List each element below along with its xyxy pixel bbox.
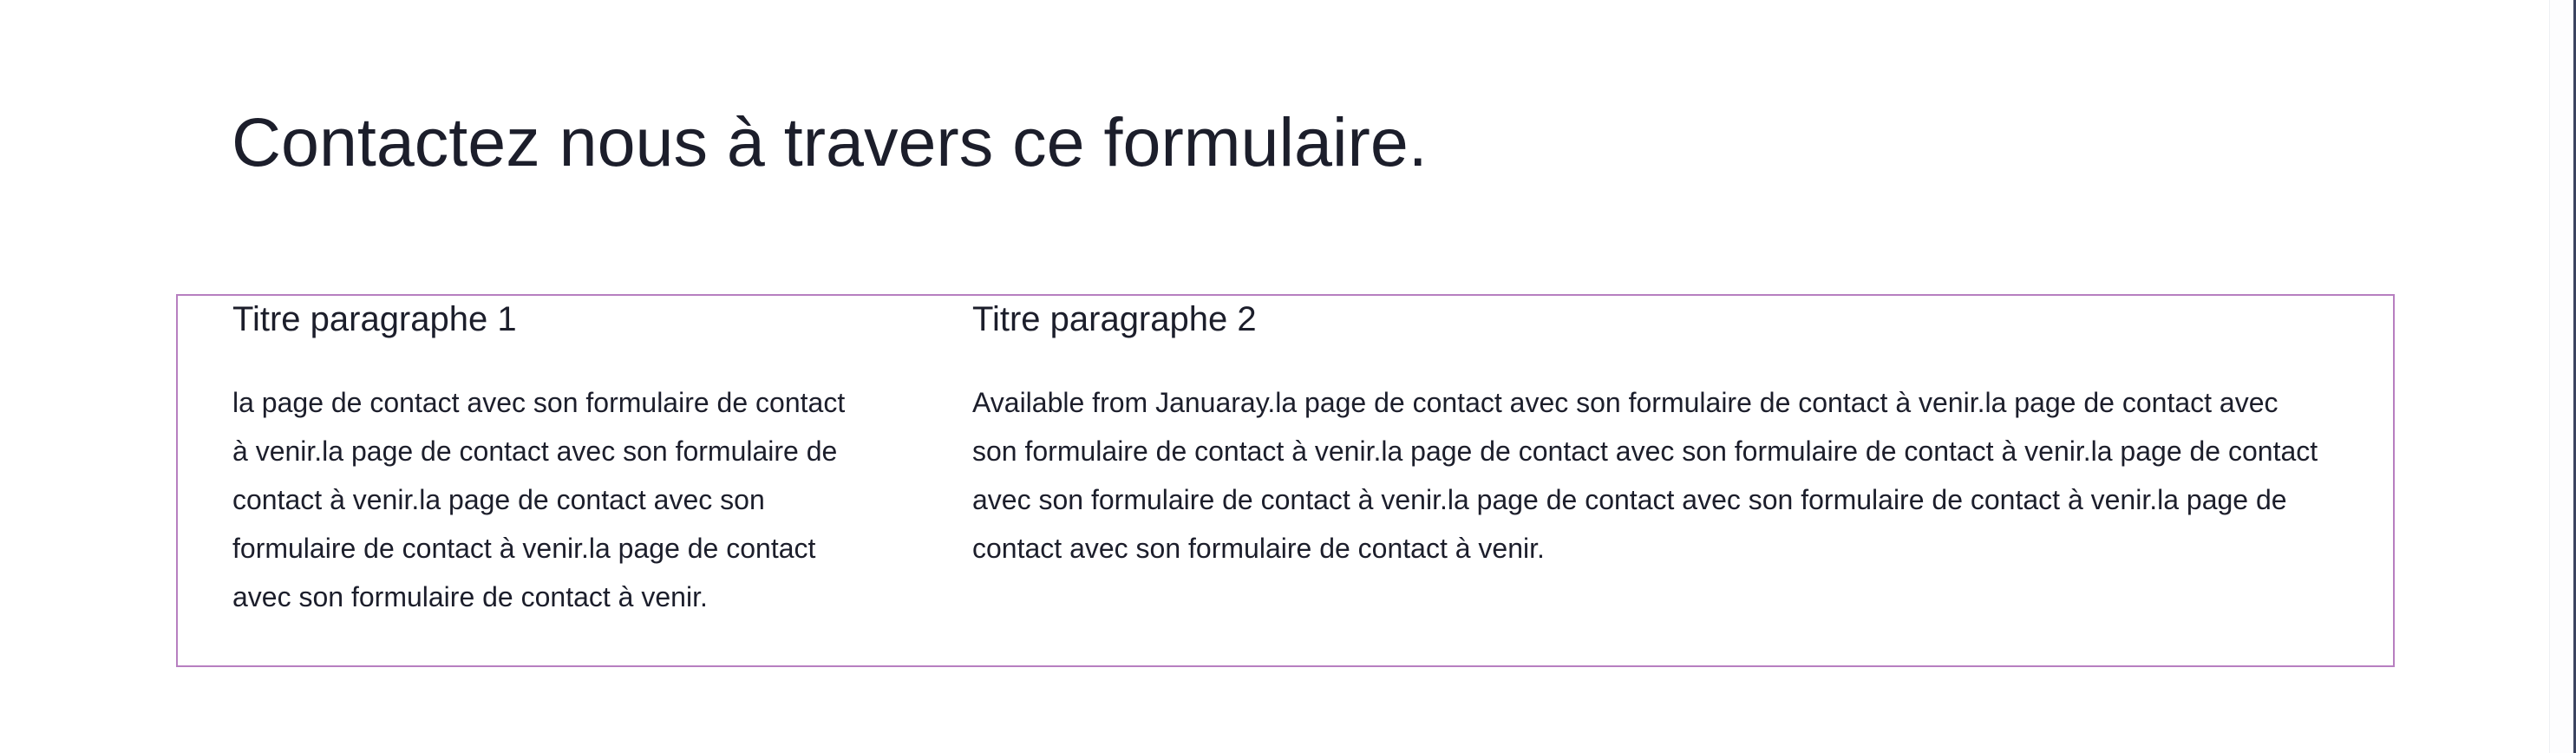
contact-page: Contactez nous à travers ce formulaire. … bbox=[0, 0, 2576, 753]
paragraph-column-2: Titre paragraphe 2 Available from Januar… bbox=[972, 295, 2325, 573]
paragraph-text-1: la page de contact avec son formulaire d… bbox=[232, 387, 846, 612]
paragraph-title-1: Titre paragraphe 1 bbox=[232, 300, 517, 338]
paragraph-text-2: Available from Januaray.la page de conta… bbox=[972, 387, 2318, 564]
vertical-scrollbar[interactable] bbox=[2549, 0, 2576, 753]
paragraph-column-1: Titre paragraphe 1 la page de contact av… bbox=[232, 295, 848, 621]
paragraph-title-2: Titre paragraphe 2 bbox=[972, 300, 1257, 338]
page-title: Contactez nous à travers ce formulaire. bbox=[232, 103, 1428, 180]
